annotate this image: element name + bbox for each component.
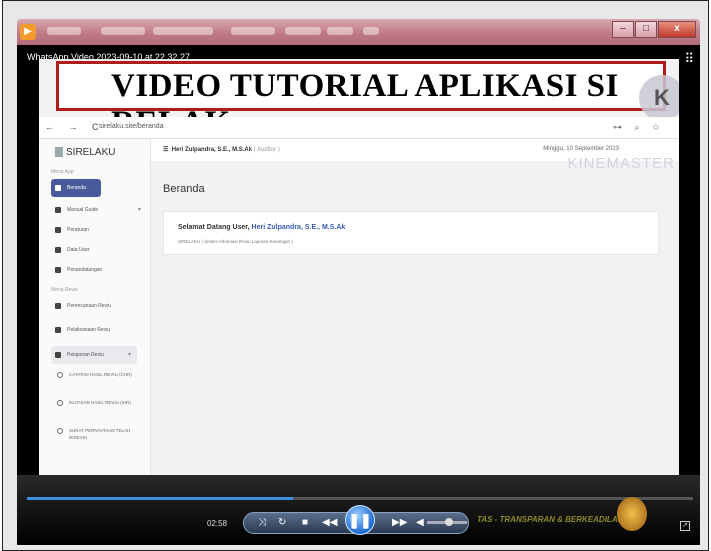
sub-item-chr: CATATAN HASIL REVIU (CHR) <box>57 371 147 378</box>
volume-slider[interactable] <box>427 518 467 526</box>
circle-icon <box>57 400 63 406</box>
sidebar-item-label: Manual Guide <box>67 207 99 213</box>
users-icon <box>55 247 61 253</box>
sidebar-item-beranda: Beranda <box>51 179 101 197</box>
chevron-down-icon: ▾ <box>137 207 141 213</box>
browser-url: sirelaku.site/beranda <box>99 123 164 130</box>
browser-toolbar: ← → C sirelaku.site/beranda ⊶ ⌕ ☆ <box>39 117 679 139</box>
video-ticker: TAS - TRANSPARAN & BERKEADILAN <box>477 515 624 524</box>
sidebar-item-label: Pelaporan Reviu <box>67 352 104 358</box>
minimize-button[interactable]: – <box>612 21 634 38</box>
playback-controls: 02:58 ⤨ ↻ ■ ◀◀ ▶▶ ◀ ❚❚ TAS - TRANSPARAN … <box>17 475 700 545</box>
maximize-button[interactable]: □ <box>635 21 657 38</box>
brand-name: SIRELAKU <box>66 147 116 158</box>
sidebar-item-penandatangan: Penandatangan <box>51 261 147 279</box>
seek-bar-fill <box>27 497 294 500</box>
sidebar-item-label: Pelaksanaan Reviu <box>67 327 111 333</box>
pause-button[interactable]: ❚❚ <box>345 505 375 535</box>
app-sidebar: SIRELAKU Menu App Beranda Manual Guide ▾ … <box>39 139 151 504</box>
fullscreen-icon[interactable]: ↗ <box>680 521 690 531</box>
elapsed-time: 02:58 <box>207 519 228 528</box>
seek-bar[interactable] <box>27 497 693 500</box>
sub-item-label: CATATAN HASIL REVIU (CHR) <box>69 372 132 377</box>
grid-menu-icon[interactable]: ⠿ <box>684 51 694 67</box>
kinemaster-watermark: KINEMASTER <box>567 155 675 172</box>
chevron-down-icon: ▾ <box>127 352 131 358</box>
welcome-user: Heri Zulpandra, S.E., M.S.Ak <box>251 224 346 231</box>
stop-icon[interactable]: ■ <box>302 516 308 530</box>
sidebar-item-pelaksanaan: Pelaksanaan Reviu <box>51 321 147 339</box>
window-controls: – □ x <box>611 21 696 38</box>
blurred-tab <box>101 27 145 35</box>
browser-action-icons: ⊶ ⌕ ☆ <box>612 122 665 132</box>
blurred-tab <box>327 27 353 35</box>
home-icon <box>55 185 61 191</box>
brand-logo-icon <box>55 147 63 158</box>
header-user-name: Heri Zulpandra, S.E., M.S.Ak <box>171 147 253 153</box>
header-user: ☰ Heri Zulpandra, S.E., M.S.Ak ( Auditor… <box>163 147 280 153</box>
document-icon <box>55 327 61 333</box>
sidebar-item-label: Data User <box>67 247 90 253</box>
sidebar-item-pelaporan: Pelaporan Reviu ▾ <box>51 346 137 364</box>
blurred-tab <box>363 27 379 35</box>
blurred-tab <box>231 27 275 35</box>
welcome-subtitle: SIRELAKU ( Sistem Informasi Reviu Lapora… <box>178 239 293 244</box>
emblem-logo <box>617 497 647 531</box>
document-icon <box>55 352 61 358</box>
circle-icon <box>57 372 63 378</box>
sub-item-surat-pernyataan: SURAT PERNYATAAN TELAH DIREVIU <box>57 427 147 441</box>
tutorial-banner: VIDEO TUTORIAL APLIKASI SI RELAK <box>56 61 666 141</box>
header-date: Minggu, 10 September 2023 <box>543 146 619 152</box>
video-frame: VIDEO TUTORIAL APLIKASI SI RELAK K ← → C… <box>39 59 679 504</box>
sub-item-ihr: IKHTISAR HASIL REVIU (IHR) <box>57 399 147 406</box>
video-player[interactable]: WhatsApp Video 2023-09-10 at 22.32.27 ⠿ … <box>17 45 700 545</box>
welcome-message: Selamat Datang User, Heri Zulpandra, S.E… <box>178 224 345 231</box>
close-button[interactable]: x <box>658 21 696 38</box>
sidebar-item-label: Peraturan <box>67 227 89 233</box>
media-player-icon[interactable]: ▶ <box>20 24 36 40</box>
section-label-reviu: Menu Reviu <box>51 287 78 293</box>
sidebar-item-data-user: Data User <box>51 241 147 259</box>
rewind-icon[interactable]: ◀◀ <box>322 516 337 530</box>
sidebar-item-label: Perencanaan Reviu <box>67 303 111 309</box>
repeat-icon[interactable]: ↻ <box>278 516 286 530</box>
sub-item-label: IKHTISAR HASIL REVIU (IHR) <box>69 400 131 405</box>
blurred-tab <box>153 27 213 35</box>
sub-item-label: SURAT PERNYATAAN TELAH DIREVIU <box>69 428 131 440</box>
window-titlebar[interactable]: ▶ – □ x <box>17 19 700 45</box>
page-title: Beranda <box>163 183 205 195</box>
sidebar-item-peraturan: Peraturan <box>51 221 147 239</box>
welcome-prefix: Selamat Datang User, <box>178 224 250 231</box>
sidebar-item-label: Penandatangan <box>67 267 103 273</box>
shuffle-icon[interactable]: ⤨ <box>258 516 266 530</box>
sidebar-item-label: Beranda <box>67 185 86 191</box>
document-icon <box>55 227 61 233</box>
media-player-window: ▶ – □ x WhatsApp Video 2023-09-10 at 22.… <box>2 0 709 551</box>
kinemaster-logo: K <box>639 75 679 121</box>
blurred-tab <box>285 27 321 35</box>
welcome-card: Selamat Datang User, Heri Zulpandra, S.E… <box>163 211 659 255</box>
book-icon <box>55 207 61 213</box>
user-icon <box>55 267 61 273</box>
volume-knob[interactable] <box>444 518 453 526</box>
sidebar-item-manual-guide: Manual Guide ▾ <box>51 201 147 219</box>
app-brand: SIRELAKU <box>55 147 115 158</box>
header-user-role: ( Auditor ) <box>253 147 280 153</box>
section-label-main: Menu App <box>51 169 74 175</box>
browser-nav-icons: ← → C <box>45 122 105 132</box>
sidebar-item-perencanaan: Perencanaan Reviu <box>51 297 147 315</box>
blurred-tab <box>47 27 81 35</box>
document-icon <box>55 303 61 309</box>
fast-forward-icon[interactable]: ▶▶ <box>392 516 407 530</box>
mute-icon[interactable]: ◀ <box>416 516 424 530</box>
circle-icon <box>57 428 63 434</box>
